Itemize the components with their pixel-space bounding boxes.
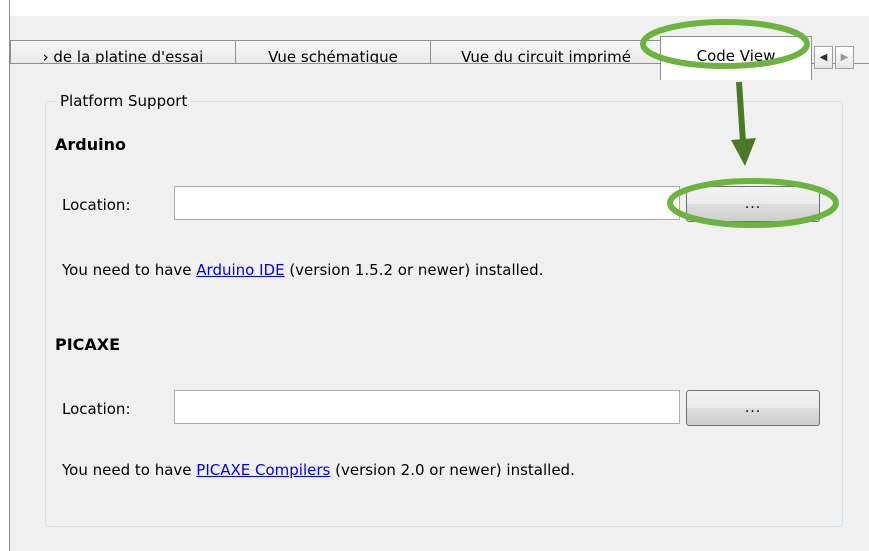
group-title: Platform Support — [56, 91, 192, 111]
picaxe-location-label: Location: — [62, 400, 131, 418]
picaxe-section-title: PICAXE — [55, 335, 121, 354]
code-view-panel: Platform Support Arduino Location: ... Y… — [10, 63, 869, 551]
arduino-info-prefix: You need to have — [62, 261, 197, 279]
tab-strip: › de la platine d'essai Vue schématique … — [10, 16, 869, 80]
picaxe-compilers-link[interactable]: PICAXE Compilers — [196, 461, 330, 479]
tab-scroll-left-button[interactable]: ◀ — [814, 46, 833, 69]
screen: › de la platine d'essai Vue schématique … — [0, 0, 869, 551]
picaxe-location-input[interactable] — [174, 390, 680, 424]
arduino-location-input[interactable] — [174, 186, 680, 220]
picaxe-info-prefix: You need to have — [62, 461, 197, 479]
triangle-right-icon: ▶ — [840, 52, 849, 63]
tab-code-view[interactable]: Code View — [660, 36, 812, 80]
arduino-info-suffix: (version 1.5.2 or newer) installed. — [284, 261, 544, 279]
picaxe-info-suffix: (version 2.0 or newer) installed. — [330, 461, 575, 479]
arduino-info-text: You need to have Arduino IDE (version 1.… — [62, 261, 543, 279]
tab-scroll-right-button[interactable]: ▶ — [835, 46, 854, 69]
picaxe-browse-button[interactable]: ... — [686, 390, 820, 426]
triangle-left-icon: ◀ — [819, 52, 828, 63]
arduino-browse-button[interactable]: ... — [686, 186, 820, 222]
arduino-ide-link[interactable]: Arduino IDE — [196, 261, 284, 279]
arduino-location-label: Location: — [62, 196, 131, 214]
arduino-section-title: Arduino — [55, 135, 126, 154]
window-frame-top — [0, 0, 869, 17]
window-frame-left — [0, 0, 10, 551]
picaxe-info-text: You need to have PICAXE Compilers (versi… — [62, 461, 575, 479]
